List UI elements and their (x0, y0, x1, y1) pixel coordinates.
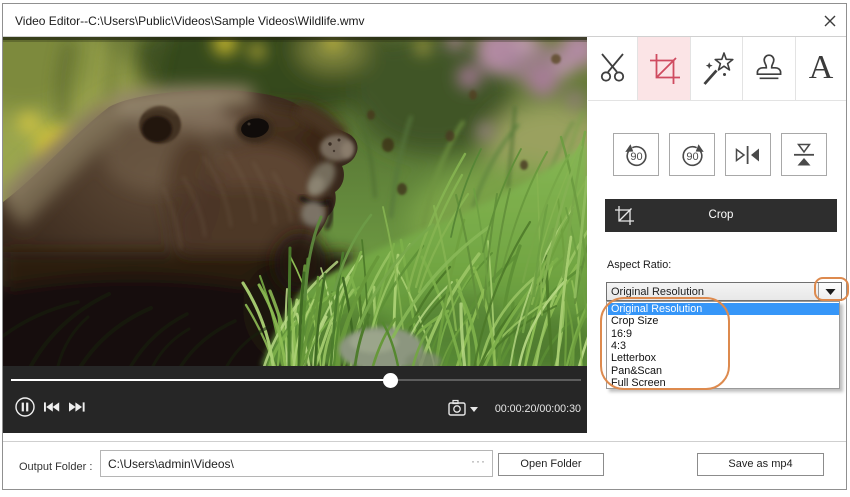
svg-text:90: 90 (630, 151, 642, 163)
svg-text:90: 90 (686, 151, 698, 163)
